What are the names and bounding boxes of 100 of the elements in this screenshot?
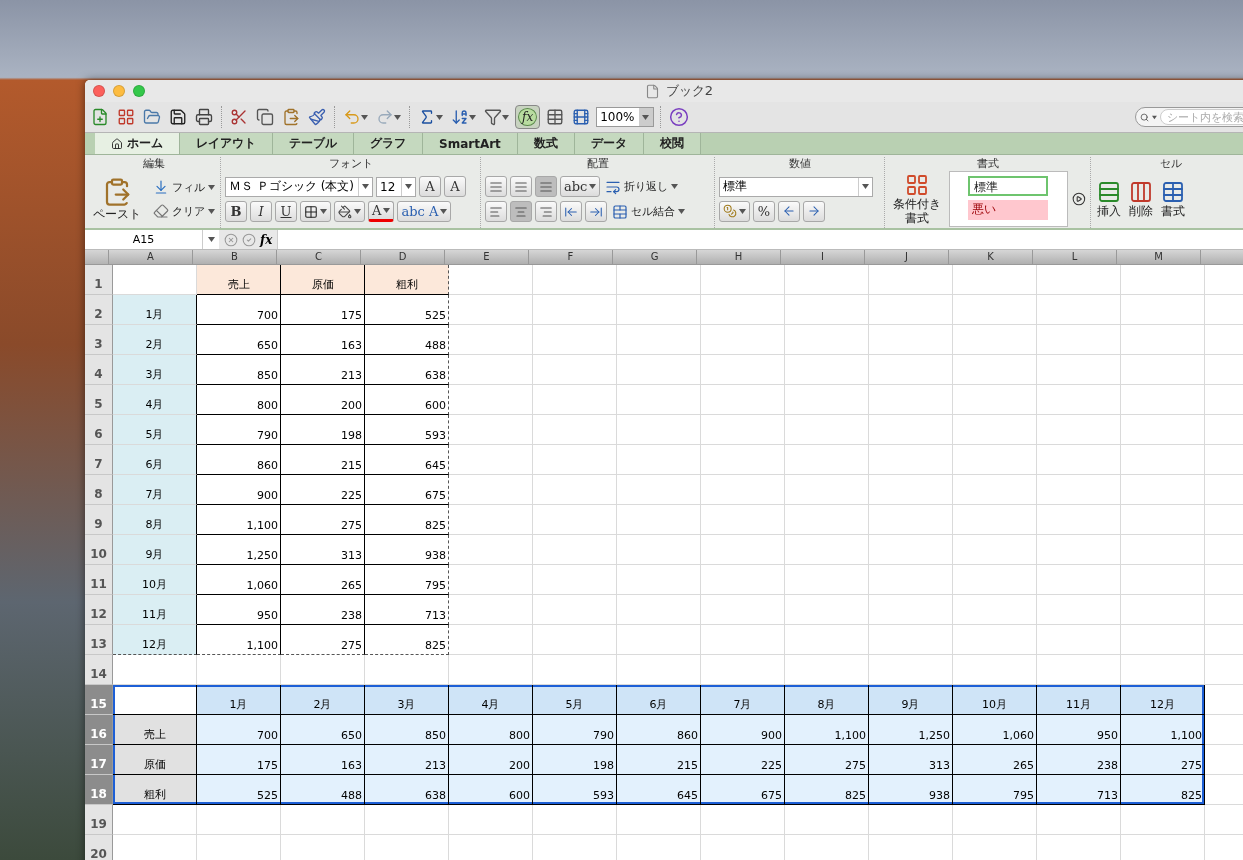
sheet-cell[interactable]: 3月 [113,355,197,385]
sheet-cell[interactable]: 200 [281,385,365,415]
row-header[interactable]: 6 [85,415,113,445]
sheet-cell[interactable]: 713 [1037,775,1121,805]
sheet-cell[interactable]: 825 [1121,775,1205,805]
sheet-cell[interactable]: 12月 [1121,685,1205,715]
sheet-cell[interactable]: 525 [197,775,281,805]
fill-color-button[interactable] [334,201,365,222]
sheet-cell[interactable]: 1,250 [869,715,953,745]
sheet-cell[interactable]: 10月 [953,685,1037,715]
increase-decimal-button[interactable] [778,200,800,222]
sheet-cell[interactable]: 1,100 [197,505,281,535]
ribbon-tab[interactable]: テーブル [273,133,354,154]
delete-button[interactable]: 削除 [1127,179,1155,219]
sheet-cell[interactable]: 860 [197,445,281,475]
sheet-cell[interactable]: 9月 [869,685,953,715]
align-bottom-button[interactable] [535,176,557,197]
sheet-cell[interactable]: 675 [701,775,785,805]
sheet-cell[interactable]: 12月 [113,625,197,655]
sheet-cell[interactable]: 795 [953,775,1037,805]
sheet-cell[interactable]: 645 [365,445,449,475]
sheet-cell[interactable]: 645 [617,775,701,805]
wrap-text-button[interactable]: 折り返し [603,176,681,197]
sheet-cell[interactable]: 950 [1037,715,1121,745]
row-header[interactable]: 19 [85,805,113,835]
sheet-cell[interactable]: 7月 [701,685,785,715]
sheet-cell[interactable]: 800 [449,715,533,745]
sheet-cell[interactable]: 850 [365,715,449,745]
sheet-cell[interactable]: 1,060 [197,565,281,595]
column-header[interactable]: C [277,250,361,265]
borders-button[interactable] [300,201,331,222]
sheet-cell[interactable]: 225 [701,745,785,775]
sheet-cell[interactable]: 700 [197,715,281,745]
italic-button[interactable]: I [250,201,272,222]
row-header[interactable]: 3 [85,325,113,355]
bold-button[interactable]: B [225,201,247,222]
sheet-cell[interactable]: 1,060 [953,715,1037,745]
sheet-cell[interactable]: 900 [701,715,785,745]
insert-button[interactable]: 挿入 [1095,179,1123,219]
sheet-cell[interactable]: 4月 [449,685,533,715]
align-right-button[interactable] [535,201,557,222]
sheet-cell[interactable]: 10月 [113,565,197,595]
sheet-cell[interactable]: 900 [197,475,281,505]
row-header[interactable]: 9 [85,505,113,535]
sheet-cell[interactable]: 938 [869,775,953,805]
sheet-cell[interactable]: 638 [365,355,449,385]
column-header[interactable]: D [361,250,445,265]
font-name-select[interactable]: ＭＳ Ｐゴシック (本文) [225,176,373,197]
sheet-cell[interactable]: 700 [197,295,281,325]
formula-builder-button[interactable]: fx [515,105,541,129]
decrease-indent-button[interactable] [560,201,582,222]
sheet-cell[interactable]: 265 [281,565,365,595]
sheet-cell[interactable]: 1,100 [785,715,869,745]
row-header[interactable]: 5 [85,385,113,415]
ribbon-tab[interactable]: 数式 [517,133,575,154]
minimize-button[interactable] [113,85,125,97]
insert-function-button[interactable]: fx [260,232,273,247]
row-header[interactable]: 8 [85,475,113,505]
sheet-cell[interactable]: 1,100 [197,625,281,655]
sheet-cell[interactable]: 850 [197,355,281,385]
sheet-cell[interactable]: 238 [1037,745,1121,775]
sheet-cell[interactable]: 215 [617,745,701,775]
text-effects-button[interactable]: abc A [397,201,452,222]
sheet-cell[interactable]: 7月 [113,475,197,505]
sheet-cell[interactable]: 1月 [113,295,197,325]
sheet-cell[interactable]: 11月 [1037,685,1121,715]
align-center-button[interactable] [510,201,532,222]
sheet-cell[interactable]: 525 [365,295,449,325]
sheet-cell[interactable]: 650 [197,325,281,355]
shrink-font-button[interactable]: A [444,176,466,197]
cell-style-option[interactable]: 悪い [968,200,1049,220]
underline-button[interactable]: U [275,201,297,222]
column-header[interactable]: F [529,250,613,265]
sheet-cell[interactable]: 5月 [113,415,197,445]
orientation-button[interactable]: abc [560,176,601,197]
sheet-cell[interactable]: 8月 [785,685,869,715]
sheet-cell[interactable]: 313 [281,535,365,565]
sheet-cell[interactable]: 638 [365,775,449,805]
column-header[interactable]: I [781,250,865,265]
fill-button[interactable]: フィル [151,177,217,197]
sheet-cell[interactable]: 198 [281,415,365,445]
sheet-cell[interactable]: 593 [533,775,617,805]
sheet-cell[interactable]: 4月 [113,385,197,415]
sheet-cell[interactable]: 1,100 [1121,715,1205,745]
sheet-cell[interactable]: 200 [449,745,533,775]
sheet-cell[interactable]: 488 [281,775,365,805]
number-format-select[interactable]: 標準 [719,176,873,197]
search-field[interactable]: シート内を検索 [1135,107,1243,127]
sheet-cell[interactable]: 265 [953,745,1037,775]
zoom-button[interactable] [133,85,145,97]
sheet-cell[interactable]: 675 [365,475,449,505]
ribbon-tab[interactable]: 校閲 [643,133,701,154]
merge-button[interactable]: セル結合 [610,201,687,222]
font-size-select[interactable]: 12 [376,176,416,197]
sheet-cell[interactable] [113,685,197,715]
format-button[interactable]: 書式 [1159,179,1187,219]
sheet-cell[interactable]: 198 [533,745,617,775]
sheet-cell[interactable]: 790 [197,415,281,445]
sheet-cell[interactable]: 163 [281,745,365,775]
sheet-cell[interactable]: 213 [281,355,365,385]
